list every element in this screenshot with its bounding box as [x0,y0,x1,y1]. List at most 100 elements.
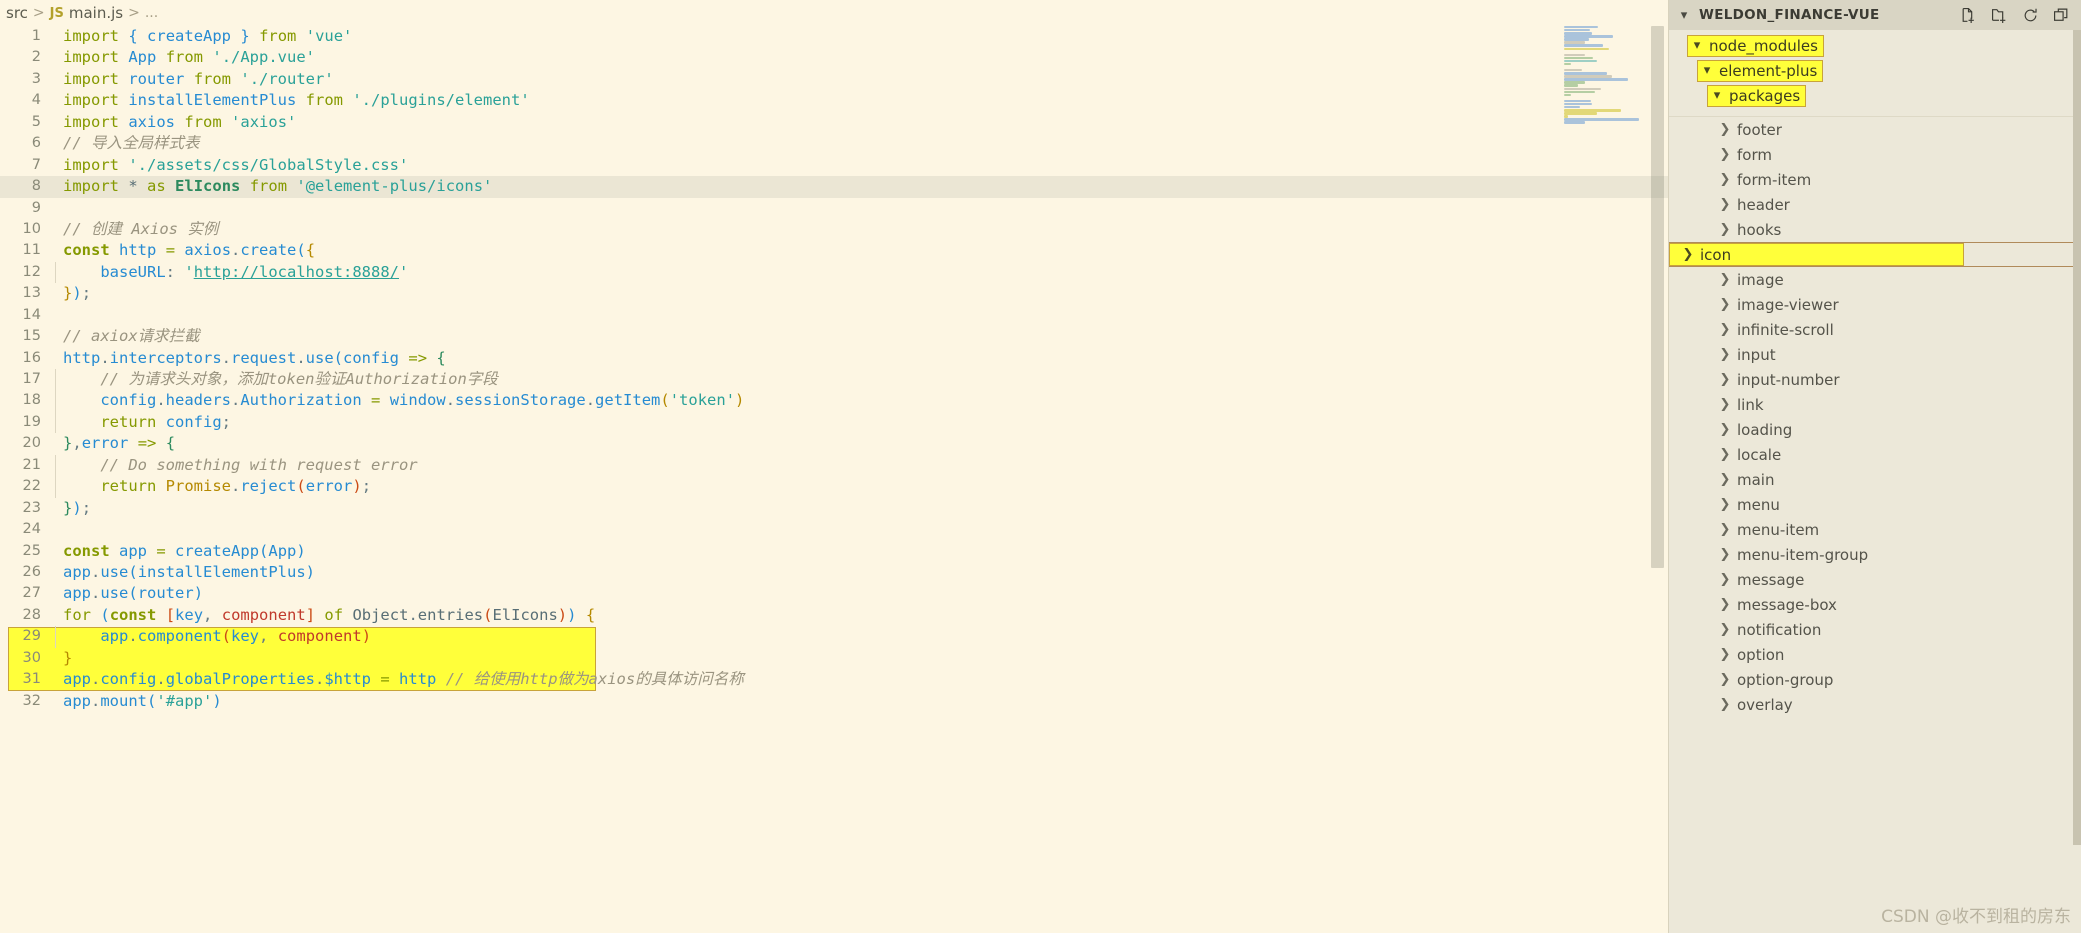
chevron-right-icon[interactable]: ❯ [1717,372,1733,387]
chevron-down-icon[interactable]: ▾ [1689,38,1705,53]
line-content[interactable]: },error => { [52,433,1668,454]
breadcrumb-root[interactable]: src [6,4,28,22]
line-content[interactable]: // 创建 Axios 实例 [52,219,1668,240]
code-line[interactable]: 21 // Do something with request error [0,454,1668,477]
chevron-right-icon[interactable]: ❯ [1717,172,1733,187]
tree-item-icon-selected[interactable]: ❯ icon [1669,242,2081,267]
sidebar-scrollbar[interactable] [2073,30,2081,845]
line-content[interactable] [52,305,1668,326]
line-content[interactable]: app.component(key, component) [52,626,1668,648]
chevron-right-icon[interactable]: ❯ [1717,572,1733,587]
line-content[interactable]: app.use(router) [52,583,1668,604]
tree-item-input-number[interactable]: ❯ input-number [1669,367,2081,392]
tree-item-form-item[interactable]: ❯ form-item [1669,167,2081,192]
code-line[interactable]: 4 import installElementPlus from './plug… [0,90,1668,111]
tree-item-option[interactable]: ❯ option [1669,642,2081,667]
code-line-current[interactable]: 8 import * as ElIcons from '@element-plu… [0,176,1668,198]
line-content[interactable] [52,519,1668,540]
code-line[interactable]: 22 return Promise.reject(error); [0,476,1668,498]
line-content[interactable]: return config; [52,411,1668,434]
code-line[interactable]: 1 import { createApp } from 'vue' [0,26,1668,47]
chevron-right-icon[interactable]: ❯ [1717,497,1733,512]
tree-item-input[interactable]: ❯ input [1669,342,2081,367]
chevron-down-icon[interactable]: ▾ [1699,63,1715,78]
code-line[interactable]: 24 [0,519,1668,540]
chevron-right-icon[interactable]: ❯ [1717,597,1733,612]
code-line[interactable]: 25 const app = createApp(App) [0,541,1668,562]
line-content[interactable]: // 为请求头对象，添加token验证Authorization字段 [52,369,1668,391]
tree-item-hooks[interactable]: ❯ hooks [1669,217,2081,242]
chevron-right-icon[interactable]: ❯ [1717,422,1733,437]
chevron-right-icon[interactable]: ❯ [1717,672,1733,687]
tree-item-locale[interactable]: ❯ locale [1669,442,2081,467]
new-file-icon[interactable] [1960,7,1977,24]
line-content[interactable]: const app = createApp(App) [52,541,1668,562]
line-content[interactable]: // 导入全局样式表 [52,133,1668,154]
line-content[interactable]: config.headers.Authorization = window.se… [52,390,1668,412]
new-folder-icon[interactable] [1991,7,2008,24]
code-line[interactable]: 18 config.headers.Authorization = window… [0,390,1668,412]
line-content[interactable]: import installElementPlus from './plugin… [52,90,1668,111]
tree-item-form[interactable]: ❯ form [1669,142,2081,167]
code-line[interactable]: 6 // 导入全局样式表 [0,133,1668,154]
line-content[interactable]: baseURL: 'http://localhost:8888/' [52,261,1668,284]
refresh-icon[interactable] [2022,7,2039,24]
tree-item-notification[interactable]: ❯ notification [1669,617,2081,642]
tree-item-main[interactable]: ❯ main [1669,467,2081,492]
line-content[interactable]: app.mount('#app') [52,691,1668,712]
chevron-down-icon[interactable]: ▾ [1677,8,1691,23]
chevron-right-icon[interactable]: ❯ [1717,122,1733,137]
tree-item-packages[interactable]: ▾ packages [1669,83,2081,108]
line-content[interactable]: }); [52,283,1668,304]
line-content[interactable]: import App from './App.vue' [52,47,1668,68]
code-line[interactable]: 9 [0,198,1668,219]
chevron-right-icon[interactable]: ❯ [1680,247,1696,262]
chevron-right-icon[interactable]: ❯ [1717,547,1733,562]
chevron-right-icon[interactable]: ❯ [1717,397,1733,412]
code-line[interactable]: 5 import axios from 'axios' [0,112,1668,133]
code-line[interactable]: 3 import router from './router' [0,69,1668,90]
tree-item-node_modules[interactable]: ▾ node_modules [1669,33,2081,58]
chevron-right-icon[interactable]: ❯ [1717,222,1733,237]
code-line[interactable]: 11 const http = axios.create({ [0,240,1668,261]
chevron-right-icon[interactable]: ❯ [1717,197,1733,212]
line-content[interactable]: app.use(installElementPlus) [52,562,1668,583]
chevron-right-icon[interactable]: ❯ [1717,697,1733,712]
code-line[interactable]: 12 baseURL: 'http://localhost:8888/' [0,261,1668,284]
tree-item-message[interactable]: ❯ message [1669,567,2081,592]
code-line[interactable]: 13 }); [0,283,1668,304]
tree-item-message-box[interactable]: ❯ message-box [1669,592,2081,617]
code-line[interactable]: 20 },error => { [0,433,1668,454]
chevron-right-icon[interactable]: ❯ [1717,447,1733,462]
chevron-right-icon[interactable]: ❯ [1717,472,1733,487]
tree-item-menu-item[interactable]: ❯ menu-item [1669,517,2081,542]
code-line[interactable]: 14 [0,305,1668,326]
tree-item-element-plus[interactable]: ▾ element-plus [1669,58,2081,83]
file-tree[interactable]: ▾ node_modules ▾ element-plus ▾ packages [1669,30,2081,717]
chevron-right-icon[interactable]: ❯ [1717,147,1733,162]
tree-item-image-viewer[interactable]: ❯ image-viewer [1669,292,2081,317]
collapse-all-icon[interactable] [2053,7,2070,24]
tree-item-loading[interactable]: ❯ loading [1669,417,2081,442]
line-content[interactable]: import { createApp } from 'vue' [52,26,1668,47]
line-content[interactable]: // axiox请求拦截 [52,326,1668,347]
code-line[interactable]: 23 }); [0,498,1668,519]
tree-item-infinite-scroll[interactable]: ❯ infinite-scroll [1669,317,2081,342]
code-line[interactable]: 19 return config; [0,411,1668,434]
tree-item-image[interactable]: ❯ image [1669,267,2081,292]
chevron-right-icon[interactable]: ❯ [1717,322,1733,337]
line-content[interactable]: import './assets/css/GlobalStyle.css' [52,155,1668,176]
code-line[interactable]: 2 import App from './App.vue' [0,47,1668,68]
line-content[interactable]: return Promise.reject(error); [52,476,1668,498]
code-line[interactable]: 31 app.config.globalProperties.$http = h… [0,669,1668,690]
line-content[interactable]: import * as ElIcons from '@element-plus/… [52,176,1668,197]
code-line[interactable]: 10 // 创建 Axios 实例 [0,219,1668,240]
chevron-right-icon[interactable]: ❯ [1717,347,1733,362]
code-line[interactable]: 32 app.mount('#app') [0,691,1668,712]
chevron-right-icon[interactable]: ❯ [1717,297,1733,312]
chevron-right-icon[interactable]: ❯ [1717,522,1733,537]
chevron-down-icon[interactable]: ▾ [1709,88,1725,103]
line-content[interactable]: app.config.globalProperties.$http = http… [52,669,1668,690]
code-lines-container[interactable]: 1 import { createApp } from 'vue' 2 impo… [0,26,1668,933]
code-line[interactable]: 28 for (const [key, component] of Object… [0,605,1668,626]
